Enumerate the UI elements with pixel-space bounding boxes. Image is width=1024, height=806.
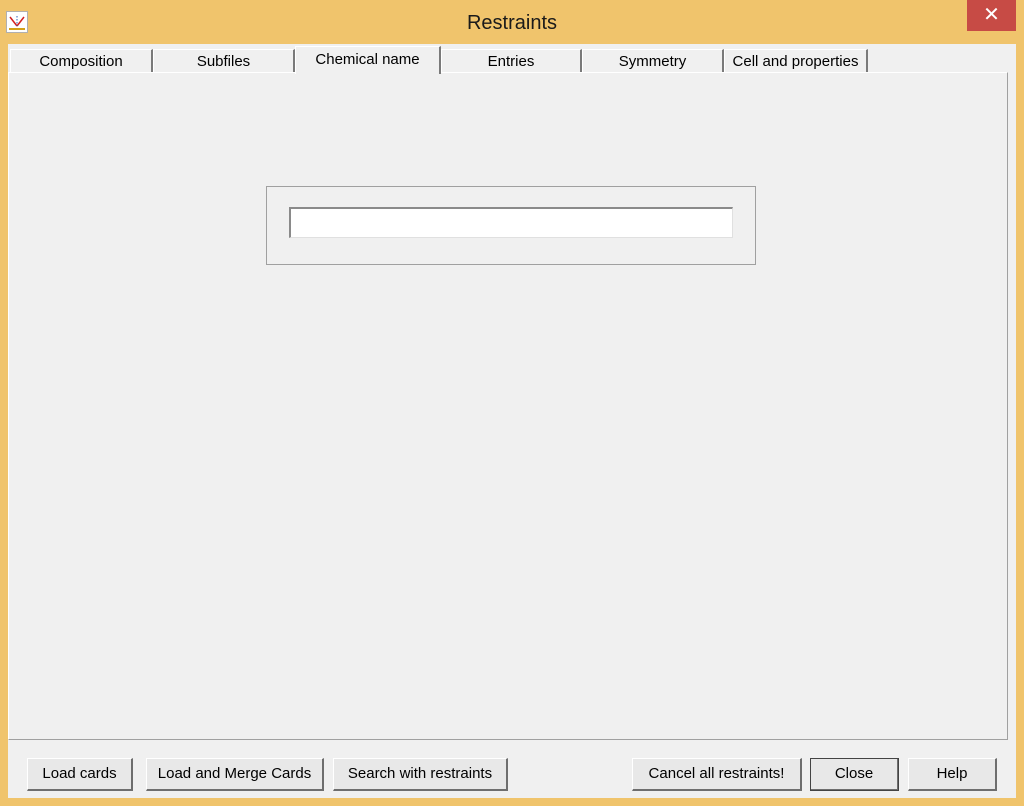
chemical-name-group bbox=[266, 186, 756, 265]
window-title: Restraints bbox=[466, 12, 558, 34]
help-button[interactable]: Help bbox=[908, 758, 997, 791]
chemical-name-input[interactable] bbox=[289, 207, 733, 238]
tab-entries[interactable]: Entries bbox=[441, 49, 582, 73]
dialog-client-area: Composition Subfiles Chemical name Entri… bbox=[8, 44, 1016, 798]
tab-strip: Composition Subfiles Chemical name Entri… bbox=[10, 46, 1014, 74]
title-bar[interactable]: Restraints ✕ bbox=[0, 0, 1024, 44]
tab-chemical-name[interactable]: Chemical name bbox=[295, 46, 441, 74]
restraints-window: Restraints ✕ Composition Subfiles Chemic… bbox=[0, 0, 1024, 806]
search-with-restraints-button[interactable]: Search with restraints bbox=[333, 758, 508, 791]
load-cards-button[interactable]: Load cards bbox=[27, 758, 133, 791]
cancel-all-restraints-button[interactable]: Cancel all restraints! bbox=[632, 758, 802, 791]
load-and-merge-cards-button[interactable]: Load and Merge Cards bbox=[146, 758, 324, 791]
tab-cell-and-properties[interactable]: Cell and properties bbox=[724, 49, 868, 73]
close-button[interactable]: Close bbox=[810, 758, 899, 791]
tab-subfiles[interactable]: Subfiles bbox=[153, 49, 295, 73]
tab-symmetry[interactable]: Symmetry bbox=[582, 49, 724, 73]
close-icon[interactable]: ✕ bbox=[967, 0, 1016, 31]
tab-composition[interactable]: Composition bbox=[10, 49, 153, 73]
chemical-name-panel bbox=[8, 72, 1008, 740]
